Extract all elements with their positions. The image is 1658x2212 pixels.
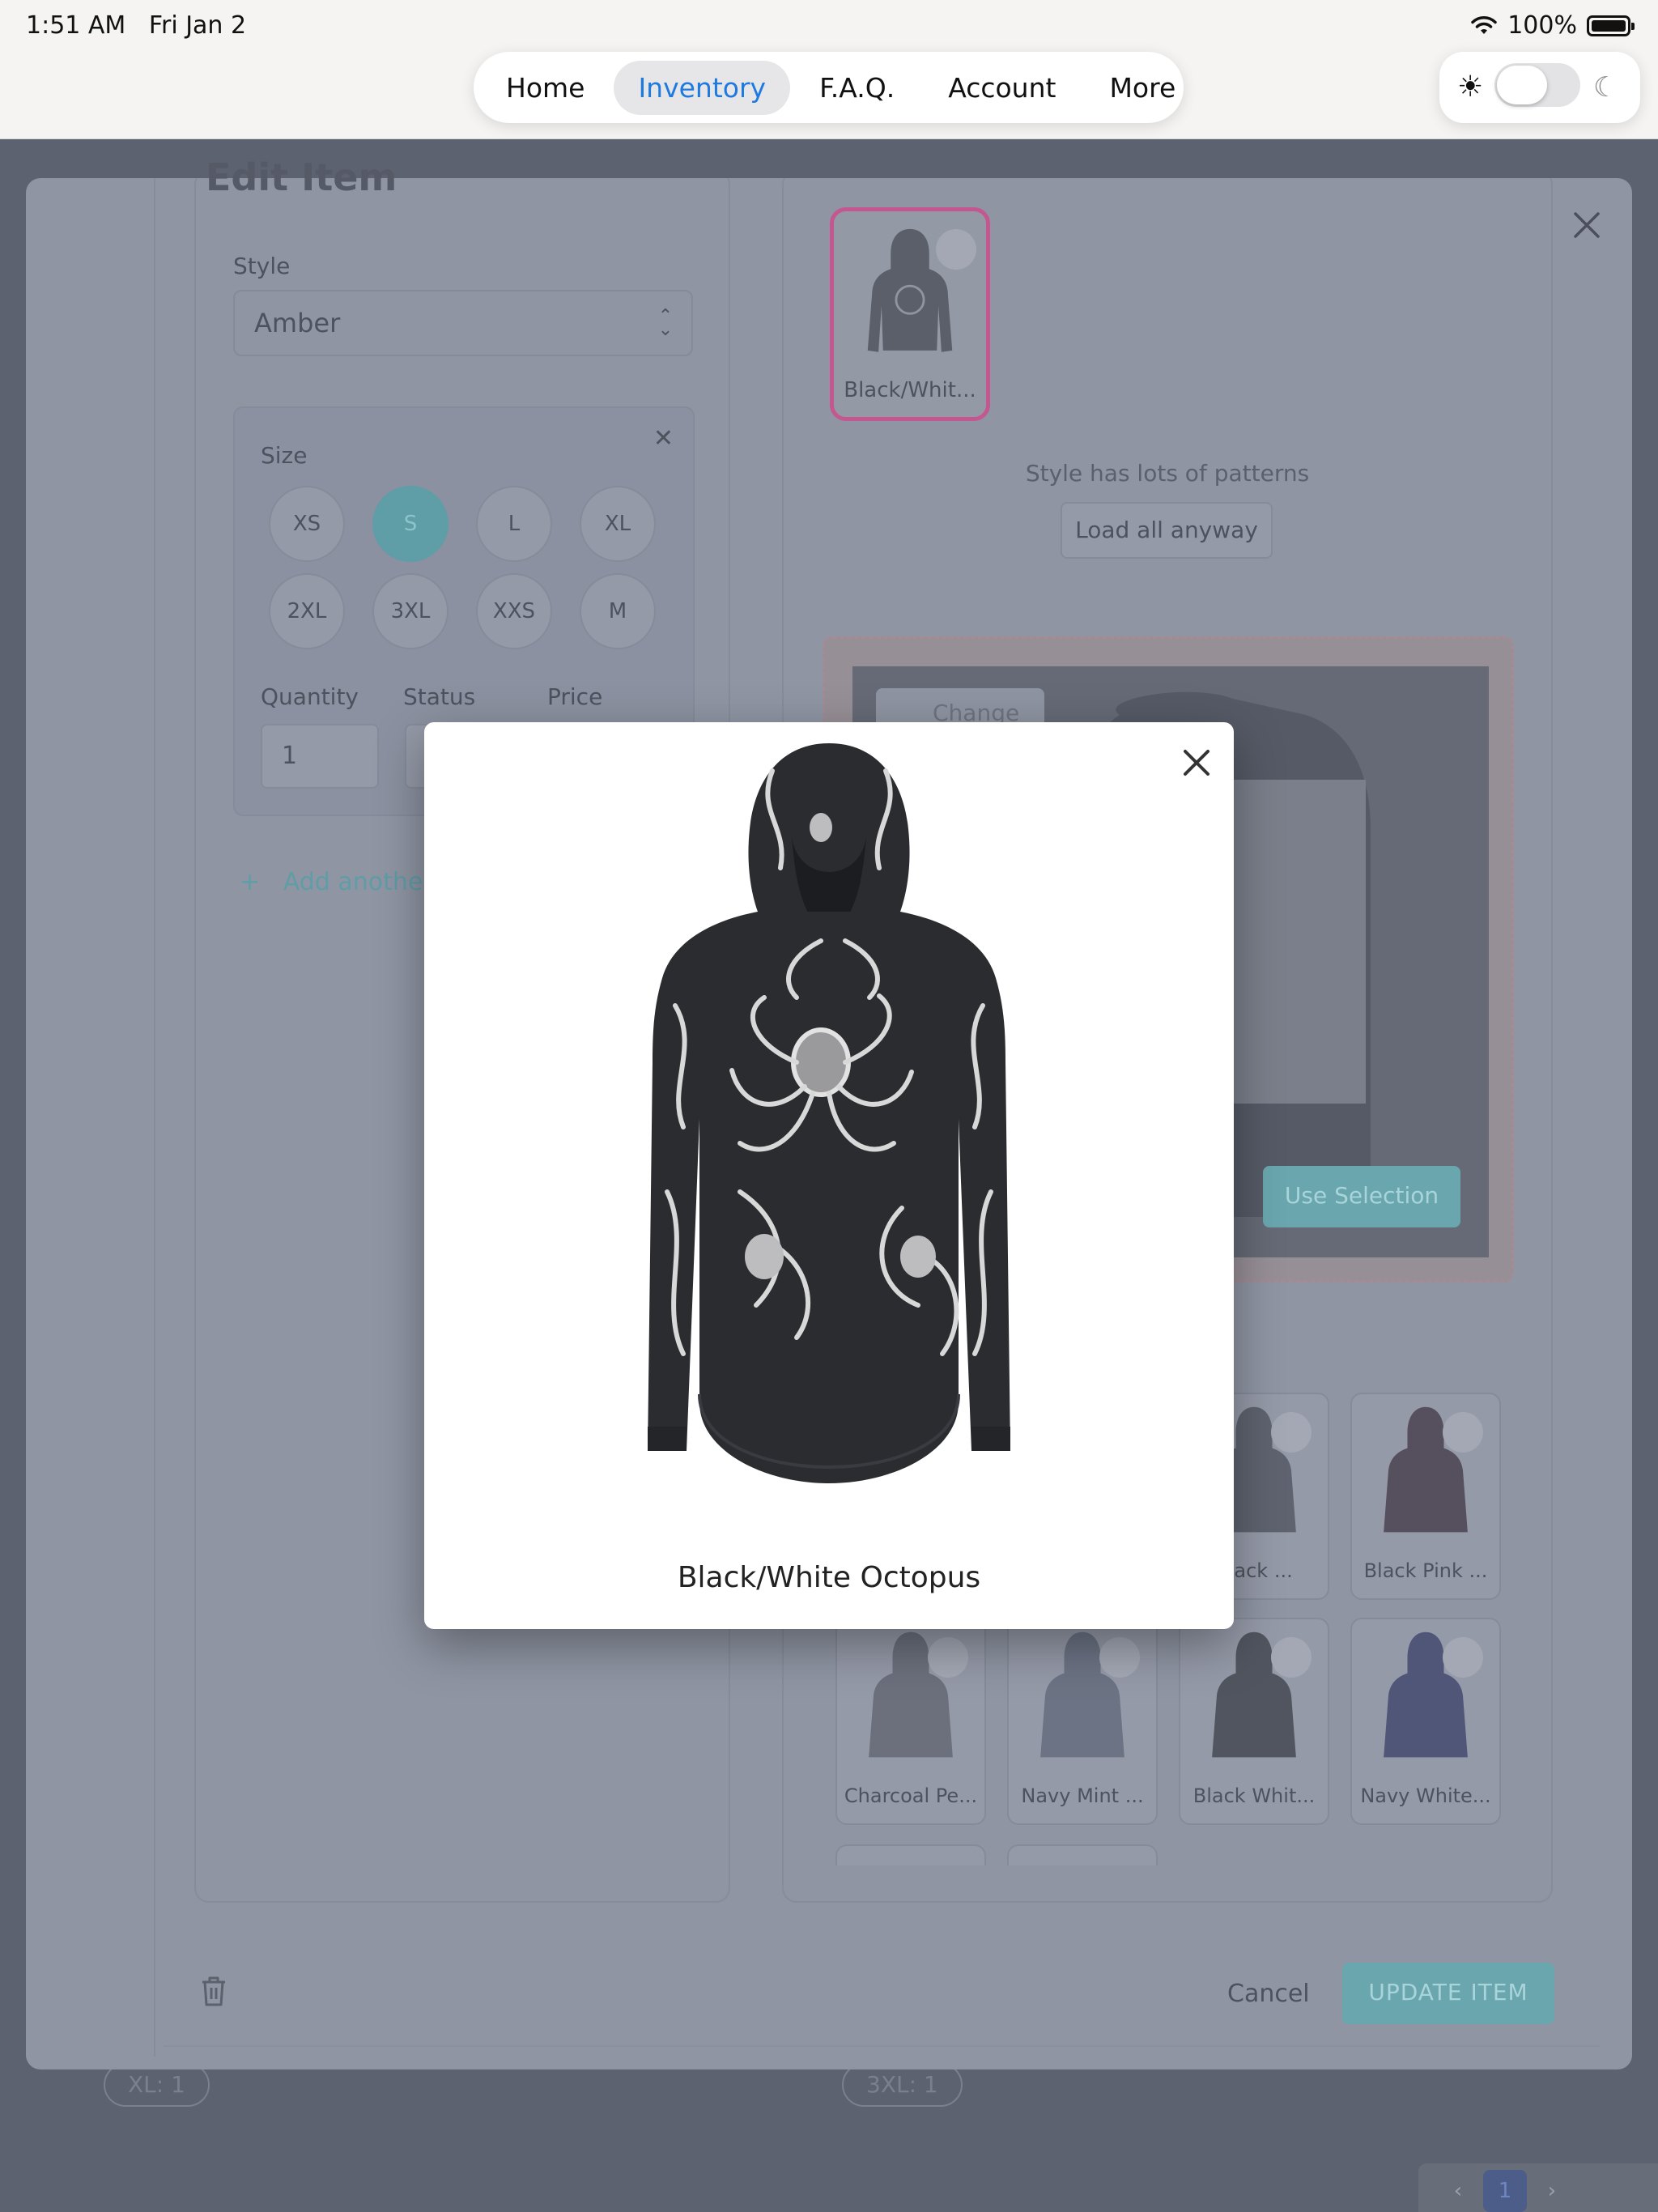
nav-inventory[interactable]: Inventory: [614, 60, 791, 115]
nav-more[interactable]: More: [1085, 61, 1200, 115]
pattern-label: Black Pink ...: [1363, 1559, 1488, 1582]
nav-account[interactable]: Account: [924, 61, 1080, 115]
nav-home[interactable]: Home: [482, 61, 609, 115]
pattern-card[interactable]: [835, 1844, 986, 1865]
size-option[interactable]: 3XL: [372, 573, 449, 649]
zoom-in-icon[interactable]: [928, 1637, 968, 1678]
moon-icon: ☾: [1593, 71, 1618, 104]
size-option[interactable]: XL: [580, 486, 656, 562]
pattern-card[interactable]: Black Whit...: [1179, 1618, 1329, 1825]
trash-icon[interactable]: [198, 1974, 230, 2008]
chevron-updown-icon: ⌃ ⌄: [657, 306, 674, 340]
zoom-in-icon[interactable]: [1443, 1412, 1483, 1453]
pattern-card[interactable]: Charcoal Pe...: [835, 1618, 986, 1825]
cancel-button[interactable]: Cancel: [1227, 1980, 1310, 2008]
pattern-label: Black Whit...: [1192, 1784, 1316, 1807]
pattern-card[interactable]: Navy White...: [1350, 1618, 1501, 1825]
close-icon[interactable]: ✕: [653, 424, 674, 453]
status-time: 1:51 AM Fri Jan 2: [26, 11, 247, 40]
pattern-card[interactable]: [1007, 1844, 1158, 1865]
size-chip: XL: 1: [104, 2063, 210, 2107]
selected-pattern-card[interactable]: Black/Whit...: [830, 207, 990, 421]
patterns-note: Style has lots of patterns: [1025, 460, 1310, 487]
sun-icon: ☀: [1457, 70, 1484, 104]
pagination: ‹ 1 ›: [1418, 2163, 1658, 2212]
size-option[interactable]: 2XL: [269, 573, 345, 649]
size-option[interactable]: XXS: [476, 573, 552, 649]
add-another-size-link[interactable]: + Add another s: [240, 868, 453, 896]
top-bar: 1:51 AM Fri Jan 2 100% Home Inventory F.…: [0, 0, 1658, 139]
zoom-in-icon[interactable]: [1099, 1637, 1140, 1678]
status-label: Status: [403, 683, 476, 710]
size-option-selected[interactable]: S: [372, 486, 449, 562]
zoom-in-icon[interactable]: [936, 229, 976, 270]
plus-icon: +: [240, 868, 261, 896]
pattern-card[interactable]: Navy Mint ...: [1007, 1618, 1158, 1825]
edit-item-title: Edit Item: [206, 155, 397, 199]
toggle-knob: [1497, 66, 1547, 104]
preview-caption: Black/White Octopus: [677, 1561, 981, 1594]
nav-faq[interactable]: F.A.Q.: [795, 61, 919, 115]
close-icon[interactable]: [1179, 745, 1214, 781]
pattern-label: Navy White...: [1360, 1784, 1491, 1807]
size-option[interactable]: XS: [269, 486, 345, 562]
update-item-button[interactable]: UPDATE ITEM: [1342, 1963, 1554, 2024]
quantity-label: Quantity: [261, 683, 359, 710]
pattern-label: Charcoal Pe...: [844, 1784, 978, 1807]
battery-icon: [1587, 15, 1635, 36]
style-select[interactable]: Amber ⌃ ⌄: [233, 290, 693, 356]
main-nav: Home Inventory F.A.Q. Account More: [474, 52, 1184, 123]
size-chip: 3XL: 1: [842, 2063, 963, 2107]
theme-switcher: ☀ ☾: [1439, 52, 1640, 123]
theme-toggle[interactable]: [1494, 63, 1580, 107]
size-option[interactable]: L: [476, 486, 552, 562]
pattern-label: Black/Whit...: [844, 378, 976, 402]
quantity-input[interactable]: 1: [261, 724, 379, 789]
load-all-button[interactable]: Load all anyway: [1061, 502, 1273, 559]
prev-page-icon[interactable]: ‹: [1436, 2170, 1480, 2212]
size-option[interactable]: M: [580, 573, 656, 649]
pattern-label: Navy Mint ...: [1021, 1784, 1144, 1807]
size-label: Size: [261, 442, 308, 469]
hoodie-image: [648, 743, 1010, 1483]
pattern-card[interactable]: Black Pink ...: [1350, 1393, 1501, 1600]
wifi-icon: [1471, 15, 1497, 34]
next-page-icon[interactable]: ›: [1530, 2170, 1574, 2212]
battery-percent: 100%: [1507, 11, 1577, 40]
style-value: Amber: [254, 308, 341, 338]
page-current[interactable]: 1: [1483, 2170, 1527, 2212]
use-selection-button[interactable]: Use Selection: [1263, 1166, 1460, 1227]
price-label: Price: [547, 683, 603, 710]
close-icon[interactable]: [1571, 209, 1603, 241]
zoom-in-icon[interactable]: [1271, 1637, 1312, 1678]
style-label: Style: [233, 253, 291, 279]
status-indicators: 100%: [1470, 11, 1635, 40]
image-preview-dialog: Black/White Octopus: [424, 722, 1234, 1629]
zoom-in-icon[interactable]: [1443, 1637, 1483, 1678]
zoom-in-icon[interactable]: [1271, 1412, 1312, 1453]
